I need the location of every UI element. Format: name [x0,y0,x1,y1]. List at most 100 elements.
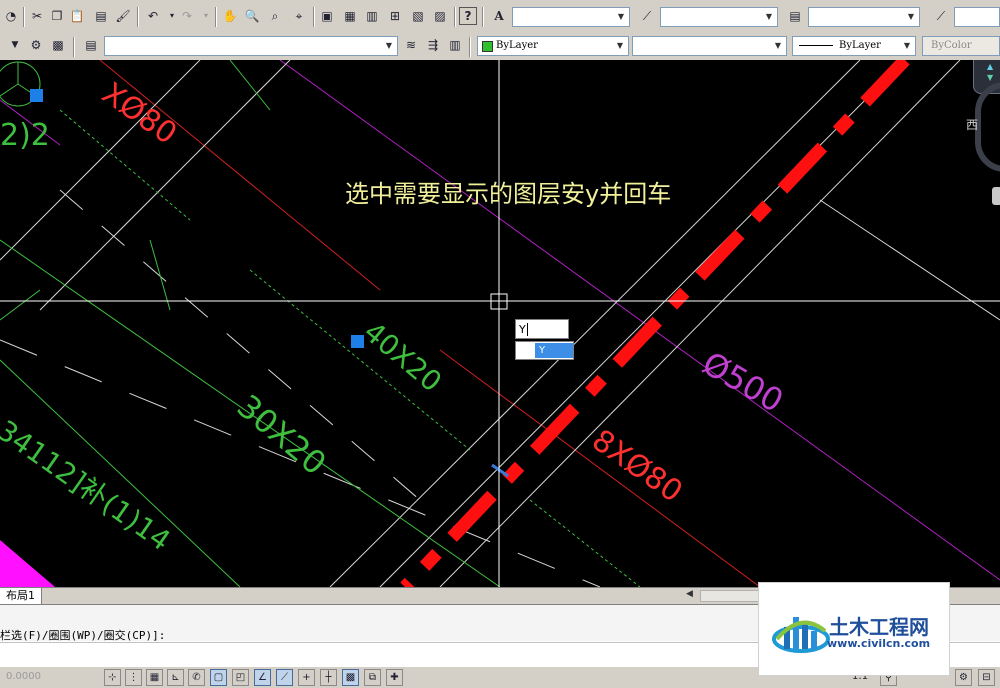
dynamic-input-icon[interactable]: + [298,669,315,686]
layer-match-icon[interactable]: ⇶ [424,36,442,54]
drawing-svg: XØ80 2)2 Ø500 8XØ80 40X20 30X20 34112]补(… [0,60,1000,587]
orbit-arrow-icon[interactable]: ▼ [987,73,993,82]
dynamic-input-value: Y [519,323,526,336]
workspace-icon[interactable]: ⚙ [955,669,972,686]
instruction-annotation: 选中需要显示的图层安y并回车 [345,180,671,208]
text-style-icon[interactable]: A [490,7,508,25]
object-snap-tracking-icon[interactable]: ∠ [254,669,271,686]
grip[interactable] [30,89,43,102]
sheet-set-icon[interactable]: ⊞ [386,7,404,25]
pan-arrow-icon[interactable]: ▲ [987,62,993,71]
snap-mode-icon[interactable]: ⋮ [125,669,142,686]
brush-icon[interactable]: 🖌 [114,7,132,25]
paste-icon[interactable]: 📋 [68,7,86,25]
label-rebar-8x80: 8XØ80 [585,423,688,510]
tool-palettes-icon[interactable]: ▥ [363,7,381,25]
toolbar-separator [23,7,25,27]
match-icon[interactable]: ▤ [92,7,110,25]
dynamic-input-field[interactable]: Y [515,319,569,339]
green-line [229,60,271,111]
horizontal-scrollbar[interactable] [700,590,760,602]
civilcn-logo-icon [772,617,830,653]
layer-select[interactable]: ▼ [104,36,398,56]
zoom-previous-icon[interactable]: ⌖ [290,7,308,25]
chevron-down-icon: ▼ [385,41,393,50]
layer-manager-icon[interactable]: ⚙ [27,36,45,54]
chevron-down-icon: ▼ [774,41,782,50]
layer-state-icon[interactable]: ▩ [49,36,67,54]
lineweight-value: ByLayer [839,40,881,51]
lineweight-select[interactable]: ByLayer ▼ [792,36,916,56]
multileader-style-select[interactable] [954,7,1000,27]
polar-icon[interactable]: ✆ [188,669,205,686]
chevron-down-icon: ▼ [765,12,773,21]
selection-cycling-icon[interactable]: ✚ [386,669,403,686]
undo-icon[interactable]: ↶ [144,7,162,25]
layer-isolate-icon[interactable]: ▥ [446,36,464,54]
layer-previous-icon[interactable]: ≋ [402,36,420,54]
chevron-down-icon: ▼ [617,12,625,21]
wcs-icon[interactable] [992,187,1000,205]
infer-constraints-icon[interactable]: ⊹ [104,669,121,686]
label-30x20: 30X20 [230,387,334,483]
help-icon[interactable]: ? [459,7,477,25]
grid-icon[interactable]: ▦ [146,669,163,686]
chevron-down-icon: ▼ [903,41,911,50]
redo-icon[interactable]: ↷ [178,7,196,25]
make-current-layer-icon[interactable]: ▤ [82,36,100,54]
redo-dropdown-icon[interactable]: ▾ [197,7,215,25]
zoom-window-icon[interactable]: ⌕ [266,7,284,25]
copy-icon[interactable]: ❐ [48,7,66,25]
cut-icon[interactable]: ✂ [28,7,46,25]
object-snap-icon[interactable]: ▢ [210,669,227,686]
text-style-select[interactable]: ▼ [512,7,630,27]
color-select[interactable]: ByLayer ▼ [477,36,629,56]
lock-icon[interactable]: ⊟ [978,669,995,686]
magenta-hatch [0,540,55,587]
quick-properties-icon[interactable]: ⧉ [364,669,381,686]
drawing-canvas[interactable]: XØ80 2)2 Ø500 8XØ80 40X20 30X20 34112]补(… [0,60,1000,587]
lineweight-sample-icon [799,45,833,46]
toolbar-separator [73,37,75,57]
table-style-icon[interactable]: ▤ [786,7,804,25]
calculator-icon[interactable]: ▨ [431,7,449,25]
autocomplete-option[interactable]: Y [535,343,573,358]
toolbar-separator [313,7,315,27]
design-center-icon[interactable]: ▦ [341,7,359,25]
markup-icon[interactable]: ▧ [409,7,427,25]
chevron-down-icon[interactable]: ▼ [6,36,24,54]
label-40x20: 40X20 [358,315,449,398]
multileader-style-icon[interactable]: ⟋ [932,7,950,25]
standard-toolbar: ◔ ✂ ❐ 📋 ▤ 🖌 ↶ ▾ ↷ ▾ ✋ 🔍 ⌕ ⌖ ▣ ▦ ▥ ⊞ ▧ ▨ … [0,0,1000,34]
transparency-icon[interactable]: ▩ [342,669,359,686]
toolbar-separator [469,37,471,57]
ortho-icon[interactable]: ⊾ [167,669,184,686]
lineweight-toggle-icon[interactable]: ┼ [320,669,337,686]
dim-style-icon[interactable]: ⟋ [638,7,656,25]
toolbar-separator [137,7,139,27]
properties-icon[interactable]: ▣ [318,7,336,25]
watermark-title: 土木工程网 [829,615,929,639]
tab-layout1[interactable]: 布局1 [0,588,42,604]
allow-ucs-icon[interactable]: ⟋ [276,669,293,686]
toolbar-separator [482,7,484,27]
chevron-down-icon: ▼ [907,12,915,21]
dim-style-select[interactable]: ▼ [660,7,778,27]
scroll-left-icon[interactable]: ◀ [686,589,698,603]
coordinates-readout: 0.0000 [6,671,41,682]
white-edge-line [329,60,861,587]
linetype-select[interactable]: ▼ [632,36,787,56]
white-edge-line [379,60,906,587]
table-style-select[interactable]: ▼ [808,7,920,27]
pan-icon[interactable]: ✋ [221,7,239,25]
zoom-realtime-icon[interactable]: 🔍 [243,7,261,25]
autocomplete-list[interactable]: Y [515,341,574,360]
toolbar-separator [454,7,456,27]
label-rebar-top: XØ80 [95,76,183,152]
label-side: 34112]补(1)14 [0,414,176,558]
plotstyle-select[interactable]: ByColor [922,36,1000,56]
3d-osnap-icon[interactable]: ◰ [232,669,249,686]
toolbar-separator [215,7,217,27]
label-phi500: Ø500 [696,344,790,420]
open-icon[interactable]: ◔ [2,7,20,25]
